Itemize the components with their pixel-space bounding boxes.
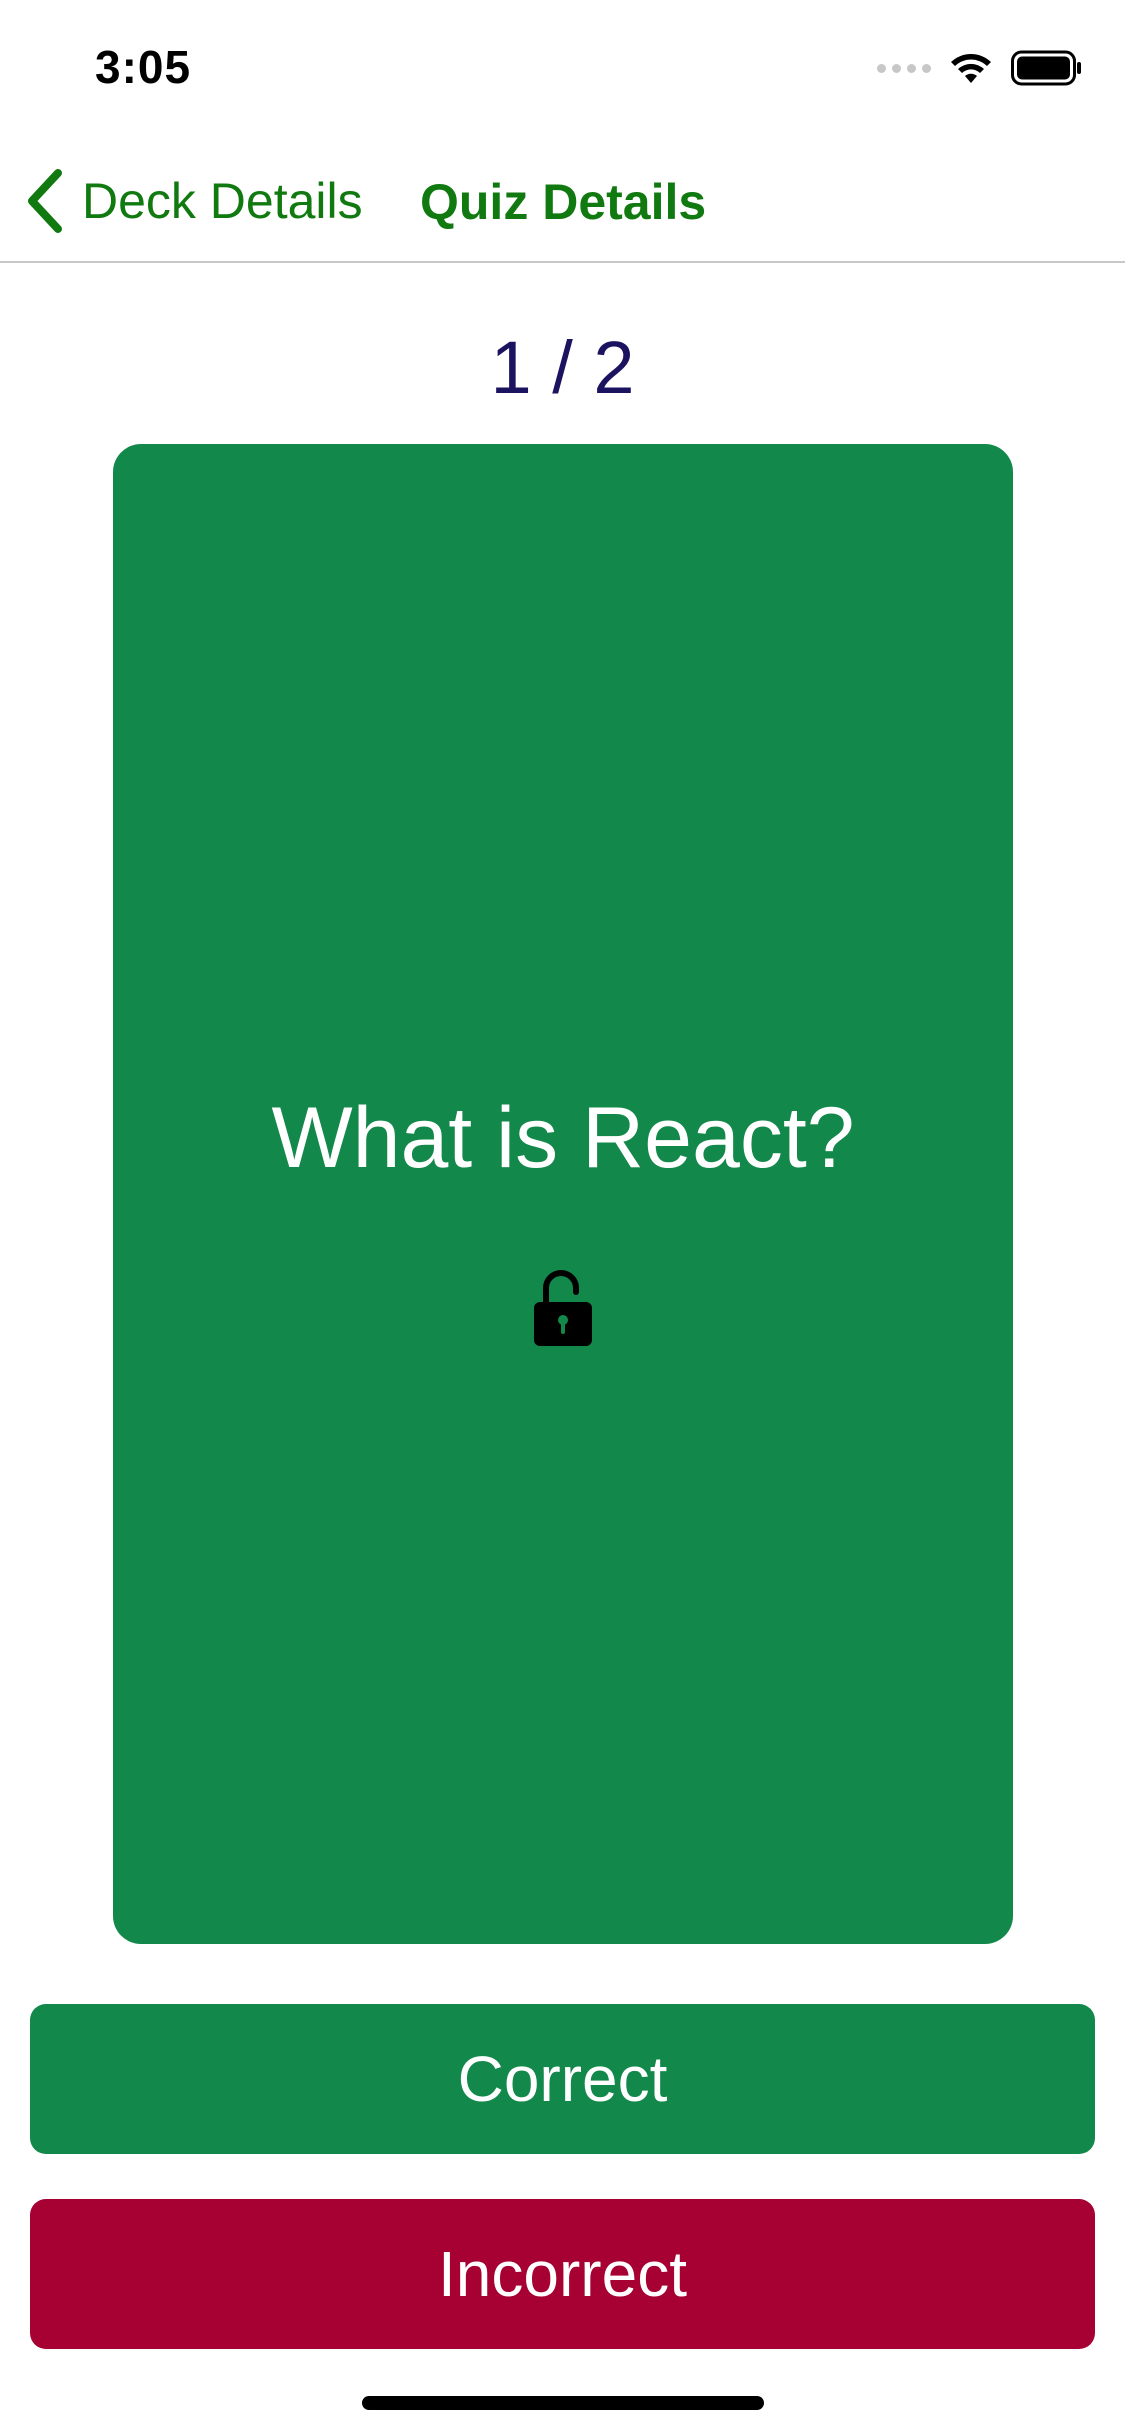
status-icons	[877, 48, 1083, 88]
status-bar: 3:05	[0, 0, 1125, 140]
home-indicator[interactable]	[362, 2396, 764, 2410]
navigation-bar: Deck Details Quiz Details	[0, 140, 1125, 263]
back-button-label: Deck Details	[82, 173, 363, 229]
page-title: Quiz Details	[420, 174, 707, 230]
card-question: What is React?	[271, 1090, 855, 1186]
chevron-left-icon	[28, 169, 62, 233]
incorrect-button[interactable]: Incorrect	[30, 2199, 1095, 2349]
flash-card[interactable]: What is React?	[113, 444, 1013, 1944]
status-time: 3:05	[95, 41, 192, 93]
unlocked-padlock-icon	[534, 1270, 592, 1346]
correct-button[interactable]: Correct	[30, 2004, 1095, 2154]
cellular-signal-icon	[877, 63, 931, 73]
battery-icon	[1011, 50, 1081, 86]
wifi-icon	[951, 54, 991, 83]
back-button[interactable]: Deck Details	[26, 166, 363, 236]
quiz-screen: 3:05 Deck Details Quiz Details 1 / 2 Wha…	[0, 0, 1125, 2436]
question-progress: 1 / 2	[490, 326, 635, 409]
